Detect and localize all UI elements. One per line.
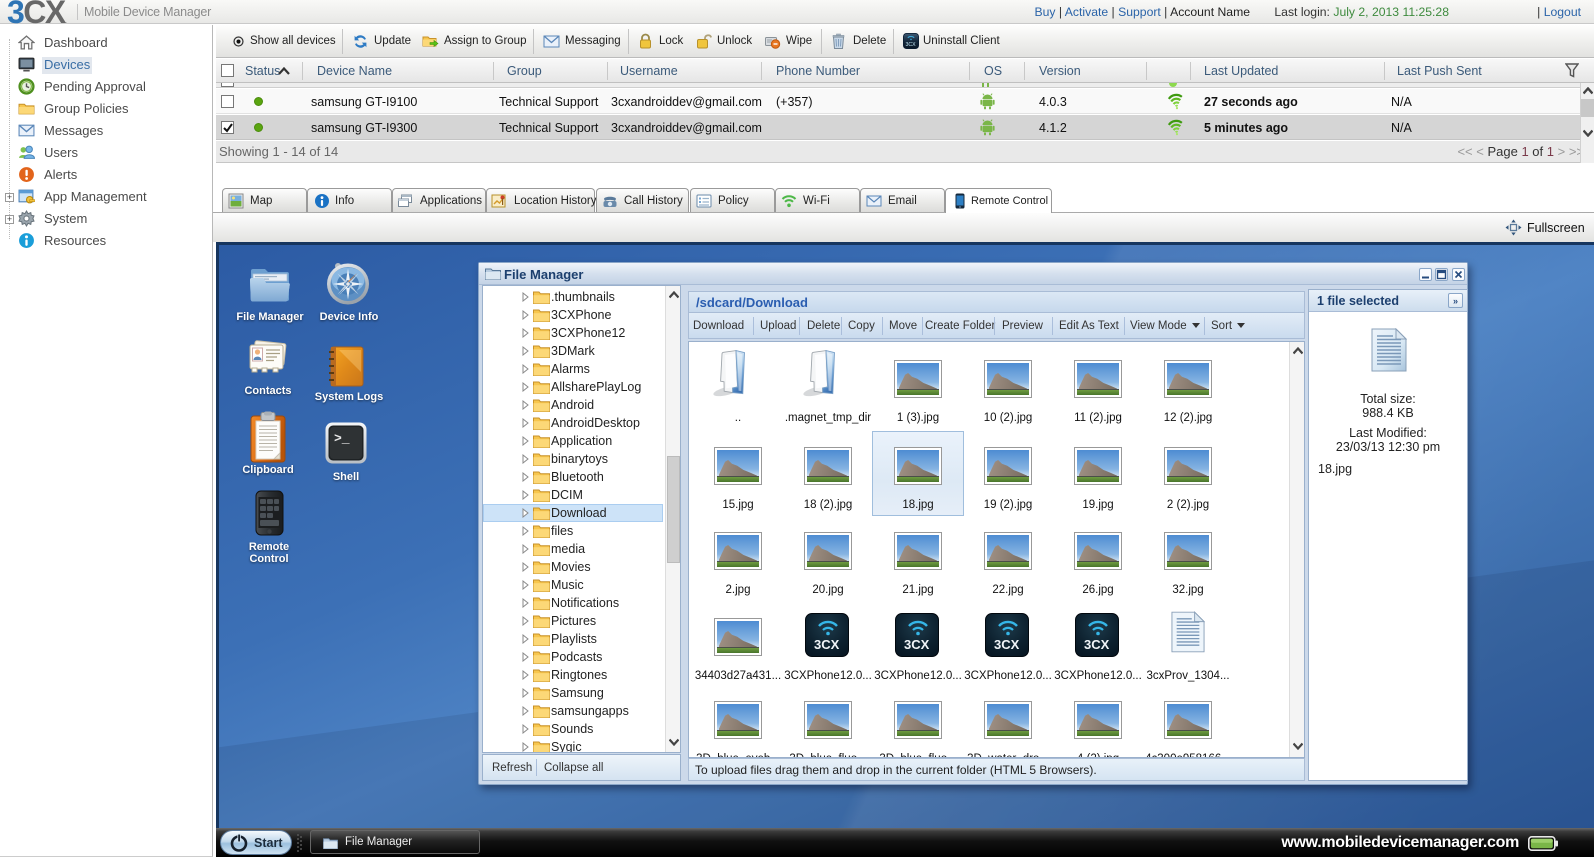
- svg-text:3CX: 3CX: [814, 637, 840, 652]
- svg-text:>_: >_: [334, 431, 350, 446]
- svg-text:3CX: 3CX: [904, 637, 930, 652]
- svg-text:3CX: 3CX: [906, 42, 917, 48]
- svg-text:3CX: 3CX: [994, 637, 1020, 652]
- svg-text:3CX: 3CX: [1084, 637, 1110, 652]
